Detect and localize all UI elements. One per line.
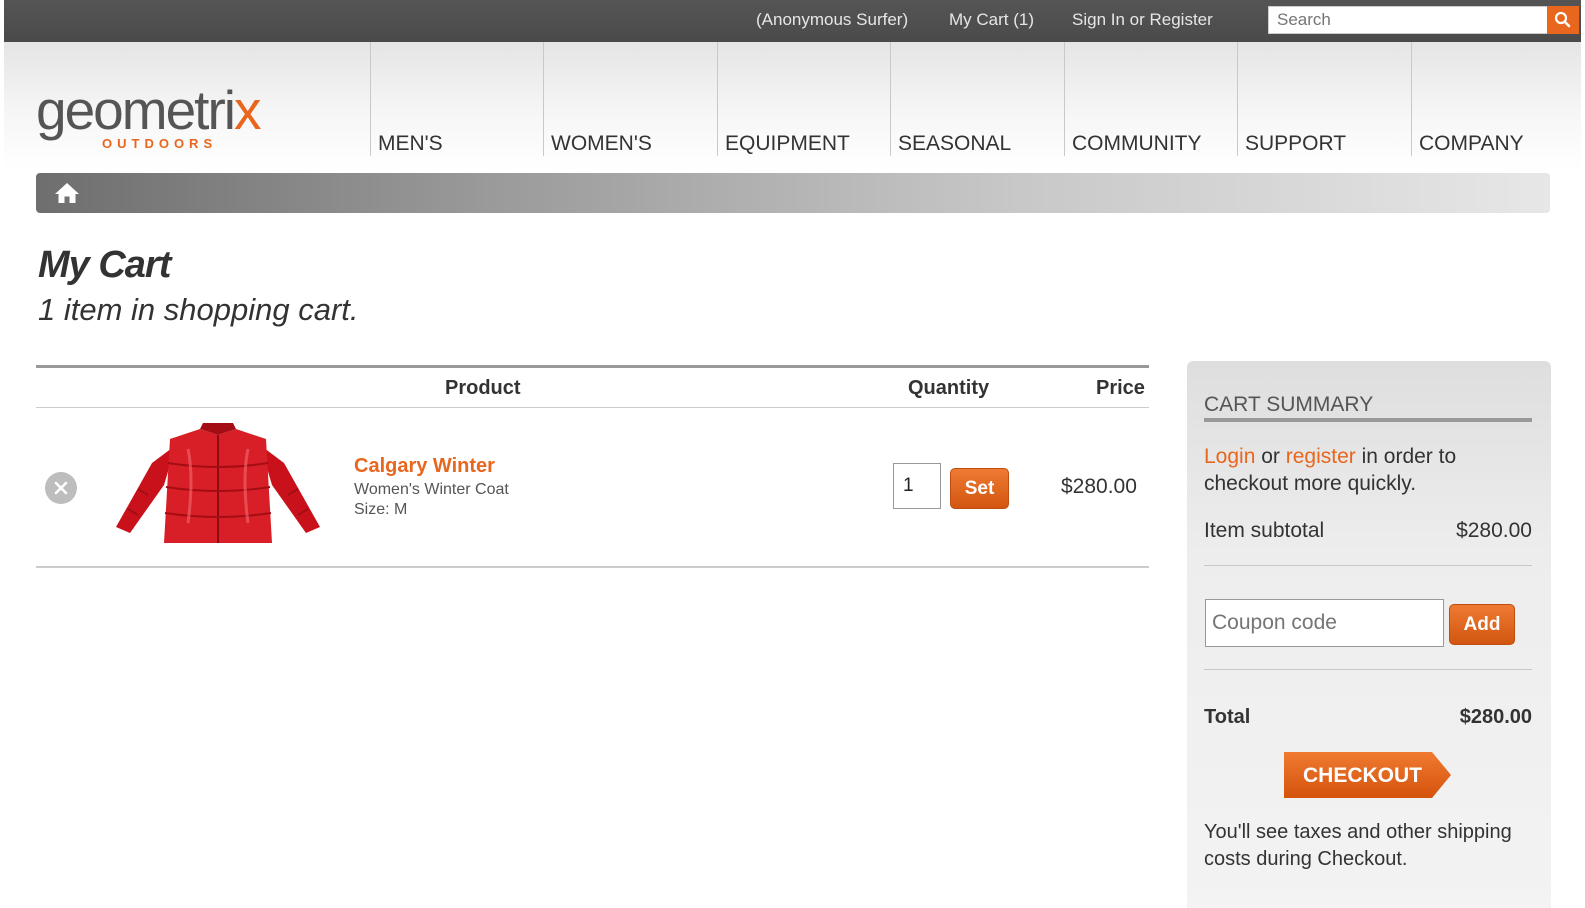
register-link[interactable]: register xyxy=(1286,445,1356,468)
cart-summary-panel: CART SUMMARY Login or register in order … xyxy=(1187,361,1551,908)
my-cart-link[interactable]: My Cart (1) xyxy=(949,10,1034,30)
add-coupon-button[interactable]: Add xyxy=(1449,604,1515,645)
quantity-field[interactable] xyxy=(893,463,941,509)
column-header-product: Product xyxy=(445,377,521,399)
breadcrumb xyxy=(36,173,1550,213)
nav-womens[interactable]: WOMEN'S xyxy=(543,42,716,156)
subtotal-value: $280.00 xyxy=(1456,519,1532,542)
logo-wordmark: geometri xyxy=(36,79,236,141)
nav-label: SEASONAL xyxy=(898,132,1012,155)
quantity-input[interactable] xyxy=(894,464,940,508)
nav-label: MEN'S xyxy=(378,132,443,155)
close-icon xyxy=(54,481,68,495)
nav-label: SUPPORT xyxy=(1245,132,1347,155)
subtotal-row: Item subtotal $280.00 xyxy=(1204,519,1532,543)
logo-x: x xyxy=(233,79,261,141)
remove-item-button[interactable] xyxy=(45,472,77,504)
summary-divider xyxy=(1204,669,1532,670)
subtotal-label: Item subtotal xyxy=(1204,519,1325,542)
search-field[interactable] xyxy=(1268,6,1548,34)
search-button[interactable] xyxy=(1547,6,1579,34)
logo[interactable]: geometrix xyxy=(36,79,261,141)
product-description: Women's Winter Coat xyxy=(354,481,509,498)
total-value: $280.00 xyxy=(1459,706,1532,728)
nav-seasonal[interactable]: SEASONAL xyxy=(890,42,1063,156)
utility-bar: (Anonymous Surfer) My Cart (1) Sign In o… xyxy=(4,0,1581,42)
product-size: Size: M xyxy=(354,501,408,518)
nav-equipment[interactable]: EQUIPMENT xyxy=(717,42,890,156)
total-label: Total xyxy=(1204,706,1251,728)
row-divider xyxy=(36,566,1149,568)
site-header: geometrix OUTDOORS MEN'S WOMEN'S EQUIPME… xyxy=(4,42,1581,170)
column-header-quantity: Quantity xyxy=(908,377,990,399)
login-or-text: or xyxy=(1255,445,1286,468)
nav-label: COMMUNITY xyxy=(1072,132,1202,155)
item-price: $280.00 xyxy=(1061,475,1137,498)
logo-tagline: OUTDOORS xyxy=(102,136,218,151)
summary-divider xyxy=(1204,565,1532,566)
checkout-button[interactable]: CHECKOUT xyxy=(1284,752,1451,798)
user-status: (Anonymous Surfer) xyxy=(756,10,909,29)
page-subtitle: 1 item in shopping cart. xyxy=(38,292,359,327)
nav-label: COMPANY xyxy=(1419,132,1524,155)
checkout-label: CHECKOUT xyxy=(1303,764,1422,787)
coupon-field[interactable] xyxy=(1205,599,1444,647)
login-prompt: Login or register in order to checkout m… xyxy=(1204,443,1524,497)
sign-in-link[interactable]: Sign In or Register xyxy=(1072,10,1213,30)
header-divider xyxy=(36,407,1149,408)
total-row: Total $280.00 xyxy=(1204,706,1532,729)
login-link[interactable]: Login xyxy=(1204,445,1255,468)
column-header-price: Price xyxy=(1096,377,1145,399)
cart-table: Product Quantity Price Calgary Winter Wo… xyxy=(36,365,1149,570)
summary-title-underline xyxy=(1204,418,1532,422)
nav-label: EQUIPMENT xyxy=(725,132,850,155)
set-quantity-button[interactable]: Set xyxy=(950,468,1009,509)
home-icon[interactable] xyxy=(53,181,81,205)
nav-support[interactable]: SUPPORT xyxy=(1237,42,1410,156)
summary-title: CART SUMMARY xyxy=(1204,393,1374,416)
product-name-link[interactable]: Calgary Winter xyxy=(354,455,495,478)
nav-company[interactable]: COMPANY xyxy=(1411,42,1584,156)
nav-community[interactable]: COMMUNITY xyxy=(1064,42,1237,156)
shipping-note: You'll see taxes and other shipping cost… xyxy=(1204,821,1512,870)
red-jacket-image[interactable] xyxy=(108,423,328,553)
page-title: My Cart xyxy=(38,244,171,286)
nav-label: WOMEN'S xyxy=(551,132,652,155)
search-input[interactable] xyxy=(1269,7,1547,33)
search-icon xyxy=(1554,11,1571,28)
coupon-input[interactable] xyxy=(1206,600,1443,646)
nav-mens[interactable]: MEN'S xyxy=(370,42,543,156)
